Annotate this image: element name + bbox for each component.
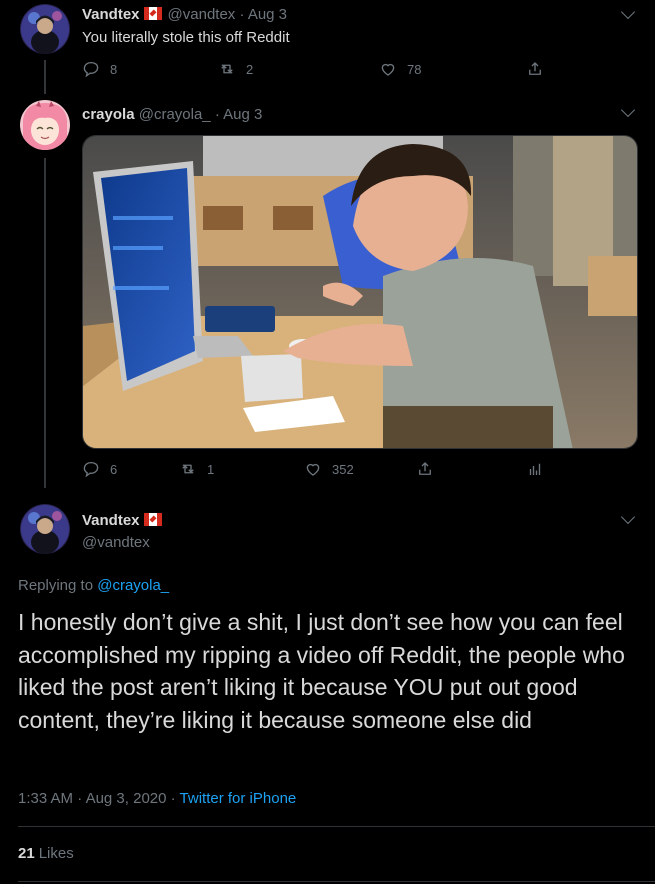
display-name[interactable]: Vandtex — [82, 6, 140, 23]
tweet-text: You literally stole this off Reddit — [82, 29, 290, 46]
tweet-actions: 8 2 78 — [82, 60, 552, 80]
canada-flag-icon — [143, 7, 162, 20]
retweet-icon — [182, 464, 194, 474]
retweet-button[interactable]: 2 — [218, 60, 253, 78]
separator-dot: · — [214, 106, 220, 123]
like-button[interactable]: 78 — [379, 60, 421, 78]
reply-icon — [83, 61, 99, 78]
chevron-down-icon[interactable] — [620, 509, 636, 525]
photo-image — [83, 136, 637, 448]
share-button[interactable] — [416, 460, 434, 478]
replying-to-label: Replying to — [18, 577, 94, 594]
replying-to: Replying to @crayola_ — [18, 577, 169, 594]
like-count: 21 — [18, 845, 35, 862]
tweet-actions: 6 1 352 — [82, 460, 552, 480]
replying-to-handle[interactable]: @crayola_ — [97, 577, 169, 594]
like-icon — [381, 63, 395, 76]
retweet-count: 1 — [207, 461, 215, 477]
display-name[interactable]: crayola — [82, 106, 135, 123]
separator-dot: · — [77, 790, 83, 807]
separator-dot: · — [170, 790, 176, 807]
retweet-button[interactable]: 1 — [179, 460, 214, 478]
share-icon — [529, 62, 541, 75]
tweet-photo[interactable] — [82, 135, 638, 449]
tweet-date[interactable]: Aug 3 — [248, 6, 287, 23]
avatar-image — [20, 504, 70, 554]
tweet-date[interactable]: Aug 3, 2020 — [86, 790, 167, 807]
reply-icon — [83, 461, 99, 478]
handle[interactable]: @vandtex — [82, 534, 150, 551]
reply-count: 8 — [110, 61, 118, 77]
share-button[interactable] — [526, 60, 544, 78]
avatar[interactable] — [20, 100, 70, 150]
divider — [18, 826, 655, 827]
likes-label: Likes — [38, 845, 74, 862]
tweet-header: Vandtex @vandtex · Aug 3 — [82, 6, 287, 23]
avatar[interactable] — [20, 4, 70, 54]
avatar[interactable] — [20, 504, 70, 554]
like-button[interactable]: 352 — [304, 460, 354, 478]
avatar-image — [20, 4, 70, 54]
likes-summary[interactable]: 21 Likes — [18, 845, 74, 862]
tweet-header: Vandtex — [82, 512, 168, 529]
canada-flag-icon — [143, 513, 162, 526]
retweet-icon — [221, 64, 233, 74]
tweet-text: I honestly don’t give a shit, I just don… — [18, 609, 625, 733]
tweet-source[interactable]: Twitter for iPhone — [180, 790, 297, 807]
retweet-count: 2 — [246, 61, 254, 77]
analytics-icon — [529, 463, 541, 475]
thread-line — [44, 158, 46, 488]
reply-button[interactable]: 6 — [82, 460, 117, 478]
like-icon — [306, 463, 320, 476]
tweet-date[interactable]: Aug 3 — [223, 106, 262, 123]
handle[interactable]: @crayola_ — [139, 106, 211, 123]
share-icon — [419, 462, 431, 475]
chevron-down-icon[interactable] — [620, 4, 636, 20]
like-count: 352 — [332, 461, 354, 477]
separator-dot: · — [239, 6, 245, 23]
avatar-image — [20, 100, 70, 150]
divider — [18, 881, 655, 882]
tweet-vandtex-1[interactable]: Vandtex @vandtex · Aug 3 You literally st… — [0, 0, 655, 92]
handle[interactable]: @vandtex — [168, 6, 236, 23]
tweet-time[interactable]: 1:33 AM — [18, 790, 73, 807]
like-count: 78 — [407, 61, 422, 77]
analytics-button[interactable] — [526, 460, 544, 478]
tweet-timestamp: 1:33 AM · Aug 3, 2020 · Twitter for iPho… — [18, 790, 296, 807]
reply-count: 6 — [110, 461, 118, 477]
tweet-header: crayola @crayola_ · Aug 3 — [82, 106, 262, 123]
display-name[interactable]: Vandtex — [82, 512, 140, 529]
thread-line — [44, 60, 46, 94]
reply-button[interactable]: 8 — [82, 60, 117, 78]
chevron-down-icon[interactable] — [620, 102, 636, 118]
